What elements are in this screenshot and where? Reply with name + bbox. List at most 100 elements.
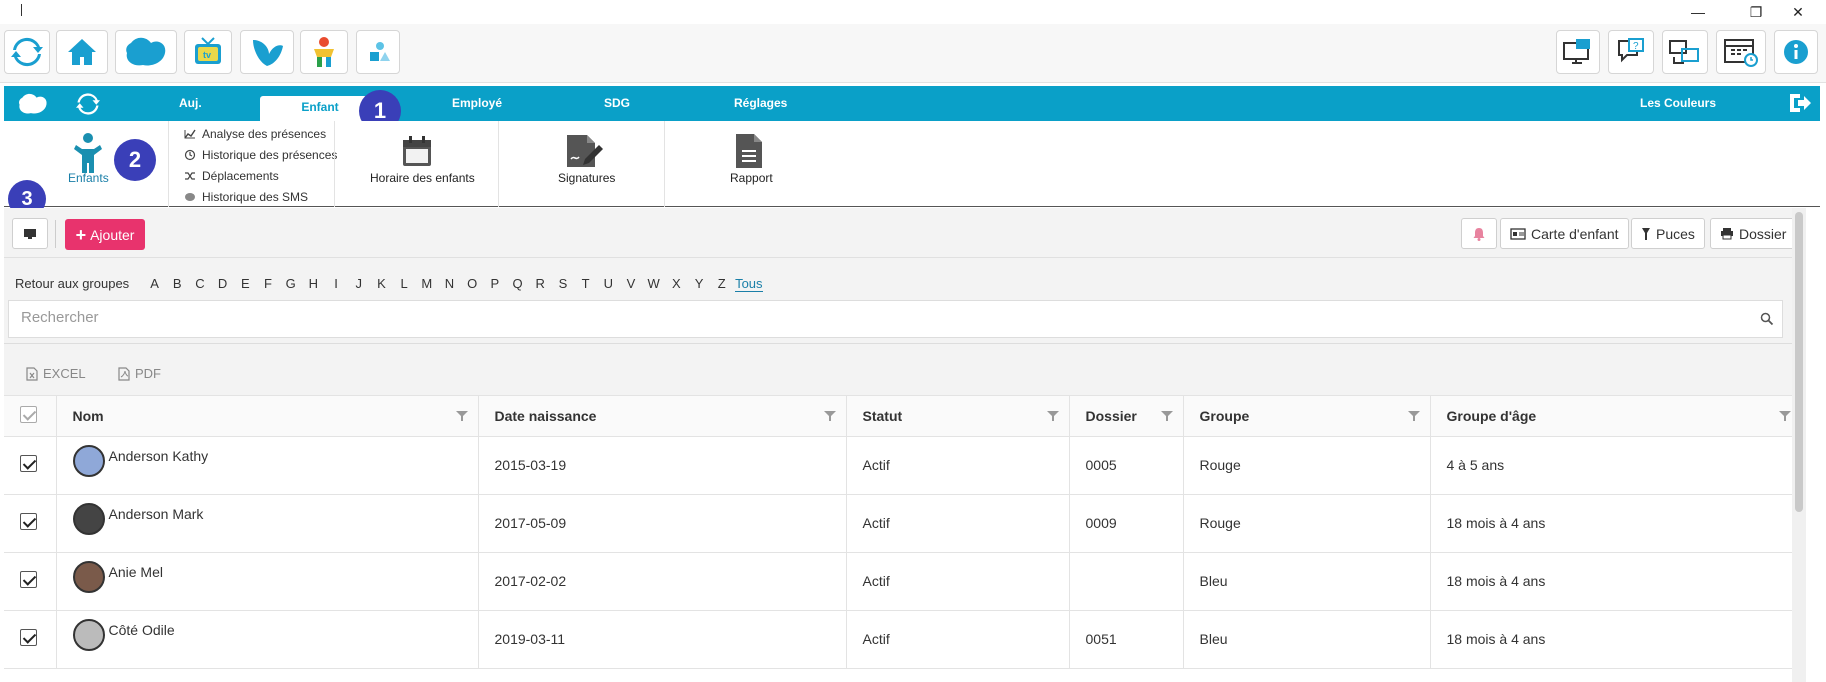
children-label[interactable]: Enfants bbox=[68, 171, 109, 185]
signature-icon[interactable] bbox=[565, 133, 605, 169]
signatures-label[interactable]: Signatures bbox=[558, 171, 615, 185]
cloud-app-button[interactable] bbox=[115, 30, 177, 74]
column-header-file[interactable]: Dossier bbox=[1069, 396, 1184, 437]
tab-sdg[interactable]: SDG bbox=[604, 96, 630, 110]
shapes-button[interactable] bbox=[356, 30, 400, 74]
tv-button[interactable]: tv bbox=[184, 30, 232, 74]
scrollbar-thumb[interactable] bbox=[1795, 212, 1803, 512]
calendar-clock-button[interactable] bbox=[1716, 30, 1766, 74]
letter-filter-j[interactable]: J bbox=[347, 276, 370, 292]
help-chat-button[interactable]: ? bbox=[1608, 30, 1654, 74]
search-input[interactable]: Rechercher bbox=[8, 300, 1783, 338]
filter-icon[interactable] bbox=[1046, 410, 1059, 422]
monitor-message-button[interactable] bbox=[1556, 30, 1600, 74]
refresh-icon[interactable] bbox=[76, 92, 100, 116]
name-cell[interactable]: Anderson Mark bbox=[56, 494, 479, 553]
child-name[interactable]: Anderson Kathy bbox=[109, 448, 209, 464]
column-header-birthdate[interactable]: Date naissance bbox=[478, 396, 847, 437]
screen-sync-button[interactable] bbox=[1662, 30, 1708, 74]
letter-filter-q[interactable]: Q bbox=[506, 276, 529, 292]
select-all-checkbox[interactable] bbox=[20, 405, 37, 423]
letter-filter-c[interactable]: C bbox=[189, 276, 212, 292]
table-row[interactable]: Anderson Mark 2017-05-09 Actif 0009 Rouge 18 … bbox=[4, 494, 1802, 553]
letter-filter-v[interactable]: V bbox=[620, 276, 643, 292]
row-checkbox[interactable] bbox=[20, 629, 37, 646]
letter-filter-s[interactable]: S bbox=[552, 276, 575, 292]
vertical-scrollbar[interactable] bbox=[1792, 208, 1806, 682]
letter-filter-w[interactable]: W bbox=[642, 276, 665, 292]
child-name[interactable]: Anie Mel bbox=[109, 564, 163, 580]
name-cell[interactable]: Côté Odile bbox=[56, 610, 479, 669]
all-letters-link[interactable]: Tous bbox=[735, 276, 763, 292]
tab-today[interactable]: Auj. bbox=[179, 96, 202, 110]
info-button[interactable] bbox=[1774, 30, 1818, 74]
children-schedule-label[interactable]: Horaire des enfants bbox=[370, 171, 475, 185]
notifications-button[interactable] bbox=[1461, 218, 1497, 249]
letter-filter-f[interactable]: F bbox=[257, 276, 280, 292]
cloud-logo-icon[interactable] bbox=[16, 92, 50, 116]
letter-filter-n[interactable]: N bbox=[438, 276, 461, 292]
name-cell[interactable]: Anderson Kathy bbox=[56, 436, 479, 495]
logout-icon[interactable] bbox=[1788, 92, 1812, 114]
add-child-button[interactable]: + Ajouter bbox=[65, 219, 145, 250]
column-header-name[interactable]: Nom bbox=[56, 396, 479, 437]
letter-filter-e[interactable]: E bbox=[234, 276, 257, 292]
print-file-button[interactable]: Dossier bbox=[1710, 218, 1797, 249]
sms-history-link[interactable]: Historique des SMS bbox=[184, 190, 308, 204]
filter-icon[interactable] bbox=[1160, 410, 1173, 422]
minimize-button[interactable]: — bbox=[1686, 2, 1710, 22]
select-cell[interactable] bbox=[4, 552, 57, 611]
letter-filter-k[interactable]: K bbox=[370, 276, 393, 292]
letter-filter-l[interactable]: L bbox=[393, 276, 416, 292]
close-button[interactable]: ✕ bbox=[1786, 2, 1810, 22]
refresh-button[interactable] bbox=[4, 30, 50, 74]
letter-filter-o[interactable]: O bbox=[461, 276, 484, 292]
tab-settings[interactable]: Réglages bbox=[734, 96, 787, 110]
select-cell[interactable] bbox=[4, 610, 57, 669]
attendance-history-link[interactable]: Historique des présences bbox=[184, 148, 337, 162]
letter-filter-i[interactable]: I bbox=[325, 276, 348, 292]
row-checkbox[interactable] bbox=[20, 513, 37, 530]
export-excel-button[interactable]: EXCEL bbox=[26, 366, 86, 381]
chips-button[interactable]: Puces bbox=[1631, 218, 1705, 249]
tab-employee[interactable]: Employé bbox=[452, 96, 502, 110]
column-header-status[interactable]: Statut bbox=[846, 396, 1070, 437]
child-card-button[interactable]: Carte d'enfant bbox=[1500, 218, 1629, 249]
filter-icon[interactable] bbox=[823, 410, 836, 422]
letter-filter-r[interactable]: R bbox=[529, 276, 552, 292]
center-name[interactable]: Les Couleurs bbox=[1640, 96, 1716, 110]
letter-filter-t[interactable]: T bbox=[574, 276, 597, 292]
filter-icon[interactable] bbox=[455, 410, 468, 422]
table-row[interactable]: Anderson Kathy 2015-03-19 Actif 0005 Rouge 4 … bbox=[4, 436, 1802, 495]
display-mode-button[interactable] bbox=[12, 218, 48, 249]
column-header-age-group[interactable]: Groupe d'âge bbox=[1430, 396, 1802, 437]
report-icon[interactable] bbox=[735, 133, 763, 169]
letter-filter-d[interactable]: D bbox=[211, 276, 234, 292]
movements-link[interactable]: Déplacements bbox=[184, 169, 279, 183]
row-checkbox[interactable] bbox=[20, 571, 37, 588]
attendance-analysis-link[interactable]: Analyse des présences bbox=[184, 127, 326, 141]
row-checkbox[interactable] bbox=[20, 455, 37, 472]
select-cell[interactable] bbox=[4, 494, 57, 553]
letter-filter-m[interactable]: M bbox=[415, 276, 438, 292]
column-header-group[interactable]: Groupe bbox=[1183, 396, 1431, 437]
kids-button[interactable] bbox=[300, 30, 348, 74]
child-name[interactable]: Anderson Mark bbox=[109, 506, 204, 522]
letter-filter-p[interactable]: P bbox=[484, 276, 507, 292]
child-name[interactable]: Côté Odile bbox=[109, 622, 175, 638]
search-icon[interactable] bbox=[1760, 312, 1774, 326]
filter-icon[interactable] bbox=[1779, 410, 1791, 422]
letter-filter-b[interactable]: B bbox=[166, 276, 189, 292]
letter-filter-y[interactable]: Y bbox=[688, 276, 711, 292]
restore-button[interactable]: ❐ bbox=[1744, 2, 1768, 22]
letter-filter-z[interactable]: Z bbox=[710, 276, 733, 292]
butterfly-button[interactable] bbox=[240, 30, 294, 74]
table-row[interactable]: Anie Mel 2017-02-02 Actif Bleu 18 mois à 4 a… bbox=[4, 552, 1802, 611]
letter-filter-h[interactable]: H bbox=[302, 276, 325, 292]
calendar-icon[interactable] bbox=[402, 135, 432, 167]
report-label[interactable]: Rapport bbox=[730, 171, 773, 185]
filter-icon[interactable] bbox=[1407, 410, 1420, 422]
back-to-groups-link[interactable]: Retour aux groupes bbox=[15, 276, 129, 292]
letter-filter-u[interactable]: U bbox=[597, 276, 620, 292]
letter-filter-g[interactable]: G bbox=[279, 276, 302, 292]
